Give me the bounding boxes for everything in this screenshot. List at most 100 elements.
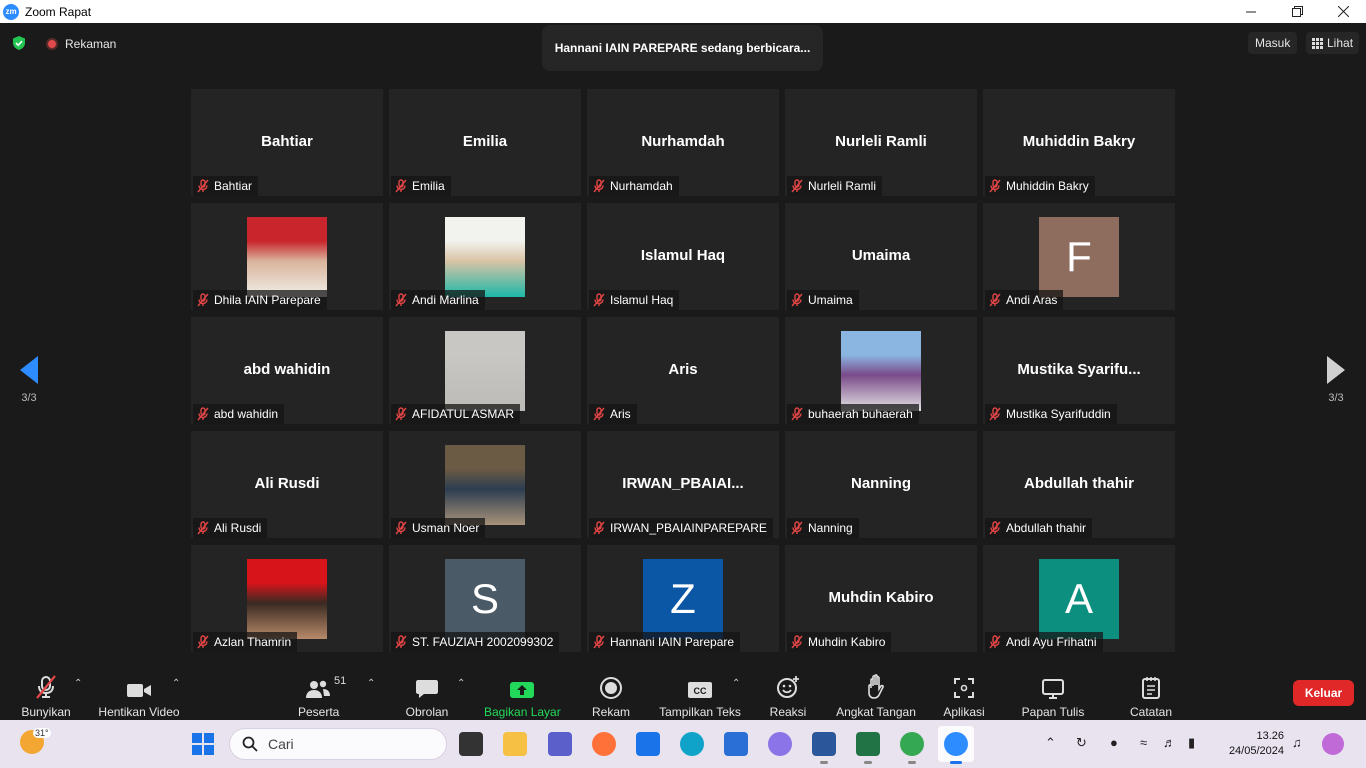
participant-tile[interactable]: Nanning Nanning — [785, 431, 977, 538]
participant-avatar: Z — [643, 559, 723, 639]
view-label: Lihat — [1327, 36, 1354, 50]
closed-captions-icon: CC — [688, 682, 712, 698]
mail-icon[interactable] — [636, 732, 660, 756]
wifi-icon[interactable]: ≈ — [1140, 735, 1147, 750]
copilot-icon[interactable] — [768, 732, 792, 756]
participant-tile[interactable]: Umaima Umaima — [785, 203, 977, 310]
battery-icon[interactable]: ▮ — [1188, 735, 1195, 751]
participant-tile[interactable]: Abdullah thahir Abdullah thahir — [983, 431, 1175, 538]
firefox-icon[interactable] — [592, 732, 616, 756]
teams-icon[interactable] — [548, 732, 572, 756]
microphone-muted-icon — [791, 407, 803, 421]
captions-options-chevron-icon[interactable]: ⌃ — [732, 678, 740, 689]
participant-tile[interactable]: Aris Aris — [587, 317, 779, 424]
participant-tile[interactable]: Mustika Syarifu... Mustika Syarifuddin — [983, 317, 1175, 424]
restore-icon — [1291, 6, 1303, 17]
participant-tile[interactable]: abd wahidin abd wahidin — [191, 317, 383, 424]
zoom-icon[interactable] — [944, 732, 968, 764]
participant-tile[interactable]: Andi Marlina — [389, 203, 581, 310]
recording-label[interactable]: Rekaman — [65, 37, 116, 51]
sync-icon[interactable]: ↻ — [1076, 735, 1087, 751]
participant-name: Abdullah thahir — [1006, 521, 1087, 535]
previous-page-control[interactable]: 3/3 — [9, 356, 49, 404]
edge-icon[interactable] — [680, 732, 704, 756]
microphone-muted-icon — [197, 635, 209, 649]
participant-tile[interactable]: Z Hannani IAIN Parepare — [587, 545, 779, 652]
leave-meeting-button[interactable]: Keluar — [1293, 680, 1354, 706]
taskbar-clock[interactable]: 13.26 24/05/2024 — [1218, 729, 1284, 759]
close-button[interactable] — [1320, 0, 1366, 23]
participant-tile[interactable]: Emilia Emilia — [389, 89, 581, 196]
participant-tile[interactable]: Ali Rusdi Ali Rusdi — [191, 431, 383, 538]
participant-tile[interactable]: Nurleli Ramli Nurleli Ramli — [785, 89, 977, 196]
participant-display-name: Abdullah thahir — [1024, 475, 1134, 492]
participants-options-chevron-icon[interactable]: ⌃ — [367, 678, 375, 689]
copilot-pre-icon[interactable] — [1322, 733, 1344, 755]
participant-display-name: Umaima — [851, 247, 911, 264]
participant-name-label: abd wahidin — [193, 404, 285, 424]
excel-icon[interactable] — [856, 732, 880, 764]
participant-name-label: Umaima — [787, 290, 859, 310]
share-screen-button[interactable]: Bagikan Layar — [484, 672, 561, 719]
vscode-icon[interactable] — [724, 732, 748, 756]
raise-hand-button[interactable]: Angkat Tangan — [835, 672, 917, 719]
unmute-button[interactable]: Bunyikan — [18, 672, 74, 719]
participant-tile[interactable]: Muhiddin Bakry Muhiddin Bakry — [983, 89, 1175, 196]
view-button[interactable]: Lihat — [1306, 32, 1360, 54]
participant-tile[interactable]: IRWAN_PBAIAI... IRWAN_PBAIAINPAREPARE — [587, 431, 779, 538]
audio-options-chevron-icon[interactable]: ⌃ — [74, 678, 82, 689]
captions-button[interactable]: CC Tampilkan Teks — [658, 672, 742, 719]
participant-tile[interactable]: Muhdin Kabiro Muhdin Kabiro — [785, 545, 977, 652]
participant-name-label: Nurleli Ramli — [787, 176, 883, 196]
participant-name: Azlan Thamrin — [214, 635, 292, 649]
participant-tile[interactable]: buhaerah buhaerah — [785, 317, 977, 424]
participant-gallery: Bahtiar Bahtiar Emilia Emilia Nurhamdah Nurha… — [191, 89, 1175, 652]
participant-tile[interactable]: Azlan Thamrin — [191, 545, 383, 652]
participant-video-photo — [247, 559, 327, 639]
record-button[interactable]: Rekam — [591, 672, 631, 719]
security-shield-icon[interactable] — [11, 35, 27, 51]
file-explorer-icon[interactable] — [503, 732, 527, 756]
participant-display-name: Muhiddin Bakry — [1022, 133, 1136, 150]
participant-tile[interactable]: F Andi Aras — [983, 203, 1175, 310]
participant-name: Hannani IAIN Parepare — [610, 635, 735, 649]
notes-button[interactable]: Catatan — [1129, 672, 1173, 719]
task-view-icon[interactable] — [459, 732, 483, 756]
participant-name-label: Aris — [589, 404, 637, 424]
windows-start-icon[interactable] — [192, 733, 214, 755]
participant-tile[interactable]: S ST. FAUZIAH 2002099302 — [389, 545, 581, 652]
participant-video-photo — [445, 331, 525, 411]
word-icon[interactable] — [812, 732, 836, 764]
participant-tile[interactable]: Usman Noer — [389, 431, 581, 538]
apps-button[interactable]: Aplikasi — [941, 672, 987, 719]
notifications-bell-icon[interactable]: ♫ — [1292, 735, 1302, 750]
participant-tile[interactable]: AFIDATUL ASMAR — [389, 317, 581, 424]
restore-button[interactable] — [1274, 0, 1320, 23]
participant-avatar: A — [1039, 559, 1119, 639]
arrow-left-icon[interactable] — [20, 356, 38, 384]
chat-options-chevron-icon[interactable]: ⌃ — [457, 678, 465, 689]
participant-tile[interactable]: Nurhamdah Nurhamdah — [587, 89, 779, 196]
show-hidden-icons-chevron-icon[interactable]: ⌃ — [1045, 735, 1056, 751]
participant-tile[interactable]: Dhila IAIN Parepare — [191, 203, 383, 310]
participant-display-name: Mustika Syarifu... — [1017, 361, 1141, 378]
participant-tile[interactable]: Islamul Haq Islamul Haq — [587, 203, 779, 310]
participant-tile[interactable]: A Andi Ayu Frihatni — [983, 545, 1175, 652]
chat-button[interactable]: Obrolan — [404, 672, 450, 719]
participants-button[interactable]: Peserta — [298, 672, 339, 719]
participant-tile[interactable]: Bahtiar Bahtiar — [191, 89, 383, 196]
arrow-right-icon[interactable] — [1327, 356, 1345, 384]
sign-in-button[interactable]: Masuk — [1248, 32, 1298, 54]
video-options-chevron-icon[interactable]: ⌃ — [172, 678, 180, 689]
taskbar-search-input[interactable]: Cari — [229, 728, 447, 760]
minimize-button[interactable] — [1228, 0, 1274, 23]
microphone-tray-icon[interactable]: ● — [1110, 735, 1118, 750]
stop-video-button[interactable]: Hentikan Video — [98, 672, 180, 719]
participant-name: Nanning — [808, 521, 853, 535]
next-page-control[interactable]: 3/3 — [1316, 356, 1356, 404]
windows-taskbar: 31° Cari ⌃ ↻ ● ≈ ♬ ▮ 13.26 24/05/2024 ♫ — [0, 720, 1366, 768]
volume-icon[interactable]: ♬ — [1163, 735, 1176, 750]
reactions-button[interactable]: Reaksi — [769, 672, 807, 719]
whiteboard-button[interactable]: Papan Tulis — [1020, 672, 1086, 719]
chrome-icon[interactable] — [900, 732, 924, 764]
